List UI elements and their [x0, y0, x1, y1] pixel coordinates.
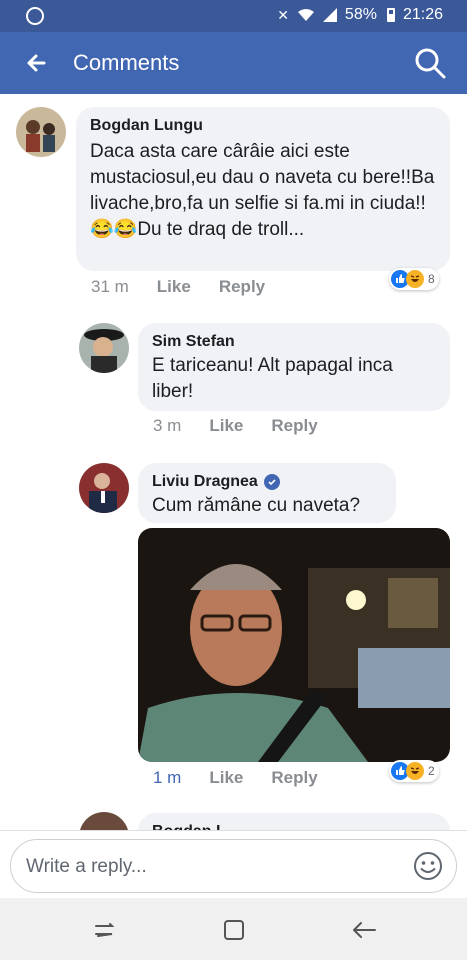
avatar-bogdan-lungu[interactable]: [16, 107, 66, 157]
whatsapp-icon: [26, 7, 44, 25]
search-button[interactable]: [413, 46, 447, 80]
avatar-image: [16, 107, 66, 157]
comment-author[interactable]: Bogdan Lungu: [90, 117, 436, 135]
recent-apps-icon: [95, 923, 115, 937]
verified-icon: [263, 474, 280, 490]
avatar-image: [79, 323, 129, 373]
battery-percent: 58%: [344, 6, 377, 23]
reactions-summary[interactable]: 8: [389, 268, 439, 290]
comment-photo[interactable]: [138, 528, 450, 762]
like-button[interactable]: Like: [209, 768, 243, 788]
page-title: Comments: [73, 50, 180, 75]
signal-icon: [322, 8, 337, 22]
comment-text: Cum rămâne cu naveta?: [152, 495, 361, 516]
comment-bubble[interactable]: Sim Stefan E tariceanu! Alt papagal inca…: [138, 323, 450, 411]
comment-time: 1 m: [153, 768, 182, 787]
comment-actions: 3 m Like Reply: [153, 416, 318, 436]
home-icon: [224, 920, 244, 940]
reply-button[interactable]: Reply: [219, 277, 265, 297]
home-button[interactable]: [219, 916, 249, 944]
nav-back-button[interactable]: [349, 916, 379, 944]
reactions-summary[interactable]: 2: [389, 760, 439, 782]
avatar-sim-stefan[interactable]: [79, 323, 129, 373]
navigation-bar: [0, 898, 467, 960]
wifi-icon: [297, 9, 314, 21]
app-bar: Comments: [0, 32, 467, 94]
reply-button[interactable]: Reply: [271, 768, 317, 788]
like-button[interactable]: Like: [157, 277, 191, 297]
comment-time: 3 m: [153, 416, 182, 435]
comment-text: Daca asta care cârâie aici este mustacio…: [90, 141, 435, 240]
clock: 21:26: [402, 6, 443, 23]
recent-apps-button[interactable]: [89, 916, 119, 944]
haha-reaction-icon: [406, 270, 424, 288]
comment-author[interactable]: Liviu Dragnea: [152, 473, 258, 491]
comment-actions: 31 m Like Reply: [91, 277, 265, 297]
comment-actions: 1 m Like Reply: [153, 768, 318, 788]
status-bar: ✕ 58% 21:26: [0, 0, 467, 32]
battery-icon: [386, 8, 395, 22]
emoji-icon: [414, 852, 442, 880]
like-button[interactable]: Like: [209, 416, 243, 436]
comment-bubble[interactable]: Liviu Dragnea Cum rămâne cu naveta?: [138, 463, 396, 523]
comment-author-row: Liviu Dragnea: [152, 473, 382, 491]
avatar-image: [79, 463, 129, 513]
nav-back-icon: [353, 922, 376, 938]
comment-bubble[interactable]: Bogdan Lungu Daca asta care cârâie aici …: [76, 107, 450, 271]
reply-placeholder: Write a reply...: [26, 856, 147, 877]
reply-button[interactable]: Reply: [271, 416, 317, 436]
avatar-liviu-dragnea[interactable]: [79, 463, 129, 513]
selfie-image: [138, 528, 450, 762]
search-icon: [415, 48, 446, 79]
comment-author[interactable]: Sim Stefan: [152, 333, 436, 351]
back-arrow-icon: [27, 54, 46, 72]
comment-text: E tariceanu! Alt papagal inca liber!: [152, 355, 393, 402]
reaction-count: 2: [428, 764, 435, 778]
reaction-count: 8: [428, 272, 435, 286]
mute-icon: ✕: [277, 6, 289, 23]
emoji-button[interactable]: [412, 850, 444, 882]
haha-reaction-icon: [406, 762, 424, 780]
back-button[interactable]: [20, 47, 52, 79]
reply-input[interactable]: Write a reply...: [10, 839, 457, 893]
reply-bar: Write a reply...: [0, 830, 467, 898]
comment-time: 31 m: [91, 277, 129, 296]
